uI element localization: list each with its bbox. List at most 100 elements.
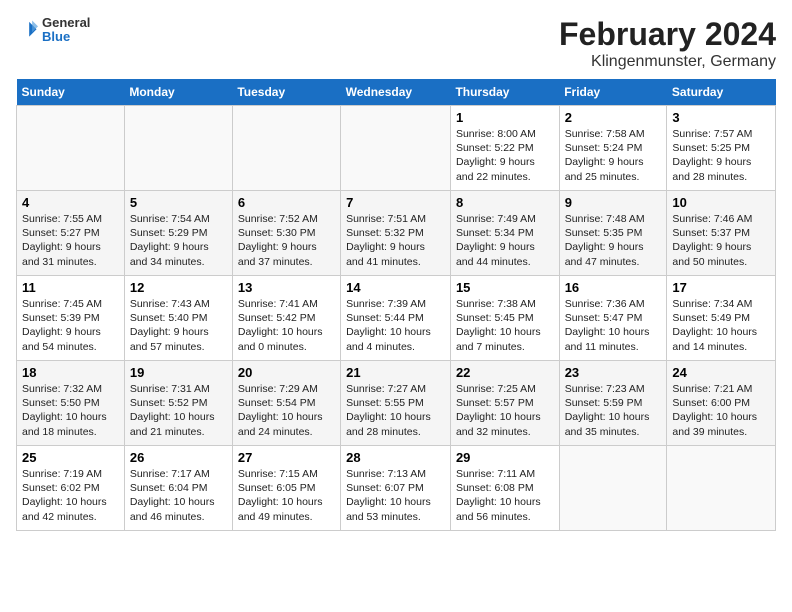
calendar-cell: 15 Sunrise: 7:38 AM Sunset: 5:45 PM Dayli… [450, 276, 559, 361]
calendar-table: SundayMondayTuesdayWednesdayThursdayFrid… [16, 79, 776, 531]
calendar-cell: 22 Sunrise: 7:25 AM Sunset: 5:57 PM Dayli… [450, 361, 559, 446]
calendar-cell: 24 Sunrise: 7:21 AM Sunset: 6:00 PM Dayli… [667, 361, 776, 446]
calendar-cell: 27 Sunrise: 7:15 AM Sunset: 6:05 PM Dayli… [232, 446, 340, 531]
calendar-cell [341, 106, 451, 191]
calendar-cell [559, 446, 667, 531]
day-info: Sunrise: 7:23 AM Sunset: 5:59 PM Dayligh… [565, 382, 662, 439]
day-info: Sunrise: 7:11 AM Sunset: 6:08 PM Dayligh… [456, 467, 554, 524]
day-info: Sunrise: 7:49 AM Sunset: 5:34 PM Dayligh… [456, 212, 554, 269]
day-number: 9 [565, 195, 662, 210]
day-number: 22 [456, 365, 554, 380]
day-info: Sunrise: 7:54 AM Sunset: 5:29 PM Dayligh… [130, 212, 227, 269]
day-of-week-saturday: Saturday [667, 79, 776, 106]
day-number: 12 [130, 280, 227, 295]
calendar-cell: 29 Sunrise: 7:11 AM Sunset: 6:08 PM Dayli… [450, 446, 559, 531]
day-of-week-tuesday: Tuesday [232, 79, 340, 106]
day-of-week-monday: Monday [124, 79, 232, 106]
calendar-cell [232, 106, 340, 191]
day-number: 29 [456, 450, 554, 465]
calendar-cell: 18 Sunrise: 7:32 AM Sunset: 5:50 PM Dayli… [17, 361, 125, 446]
day-info: Sunrise: 7:34 AM Sunset: 5:49 PM Dayligh… [672, 297, 770, 354]
calendar-cell: 11Sunrise: 7:45 AM Sunset: 5:39 PM Dayli… [17, 276, 125, 361]
day-of-week-friday: Friday [559, 79, 667, 106]
calendar-week-row: 1 Sunrise: 8:00 AM Sunset: 5:22 PM Daylig… [17, 106, 776, 191]
day-info: Sunrise: 7:29 AM Sunset: 5:54 PM Dayligh… [238, 382, 335, 439]
calendar-cell: 13 Sunrise: 7:41 AM Sunset: 5:42 PM Dayli… [232, 276, 340, 361]
calendar-cell [124, 106, 232, 191]
day-info: Sunrise: 7:36 AM Sunset: 5:47 PM Dayligh… [565, 297, 662, 354]
day-info: Sunrise: 7:25 AM Sunset: 5:57 PM Dayligh… [456, 382, 554, 439]
calendar-subtitle: Klingenmunster, Germany [559, 53, 776, 71]
day-info: Sunrise: 7:58 AM Sunset: 5:24 PM Dayligh… [565, 127, 662, 184]
calendar-cell: 26 Sunrise: 7:17 AM Sunset: 6:04 PM Dayli… [124, 446, 232, 531]
calendar-cell: 9 Sunrise: 7:48 AM Sunset: 5:35 PM Daylig… [559, 191, 667, 276]
day-number: 16 [565, 280, 662, 295]
day-info: Sunrise: 7:39 AM Sunset: 5:44 PM Dayligh… [346, 297, 445, 354]
day-info: Sunrise: 7:43 AM Sunset: 5:40 PM Dayligh… [130, 297, 227, 354]
day-info: Sunrise: 7:32 AM Sunset: 5:50 PM Dayligh… [22, 382, 119, 439]
calendar-cell: 2Sunrise: 7:58 AM Sunset: 5:24 PM Daylig… [559, 106, 667, 191]
calendar-cell: 19Sunrise: 7:31 AM Sunset: 5:52 PM Dayli… [124, 361, 232, 446]
title-block: February 2024 Klingenmunster, Germany [559, 16, 776, 71]
logo-text: General Blue [42, 16, 90, 45]
day-number: 21 [346, 365, 445, 380]
day-number: 11 [22, 280, 119, 295]
calendar-cell: 4 Sunrise: 7:55 AM Sunset: 5:27 PM Daylig… [17, 191, 125, 276]
calendar-cell [667, 446, 776, 531]
day-number: 1 [456, 110, 554, 125]
day-info: Sunrise: 7:52 AM Sunset: 5:30 PM Dayligh… [238, 212, 335, 269]
day-info: Sunrise: 7:41 AM Sunset: 5:42 PM Dayligh… [238, 297, 335, 354]
day-number: 24 [672, 365, 770, 380]
day-info: Sunrise: 7:48 AM Sunset: 5:35 PM Dayligh… [565, 212, 662, 269]
calendar-cell: 14 Sunrise: 7:39 AM Sunset: 5:44 PM Dayli… [341, 276, 451, 361]
calendar-cell: 28 Sunrise: 7:13 AM Sunset: 6:07 PM Dayli… [341, 446, 451, 531]
calendar-title: February 2024 [559, 16, 776, 53]
day-of-week-thursday: Thursday [450, 79, 559, 106]
day-info: Sunrise: 7:38 AM Sunset: 5:45 PM Dayligh… [456, 297, 554, 354]
calendar-cell [17, 106, 125, 191]
day-info: Sunrise: 7:19 AM Sunset: 6:02 PM Dayligh… [22, 467, 119, 524]
logo-icon [16, 19, 38, 41]
calendar-cell: 21 Sunrise: 7:27 AM Sunset: 5:55 PM Dayli… [341, 361, 451, 446]
day-number: 14 [346, 280, 445, 295]
day-info: Sunrise: 7:31 AM Sunset: 5:52 PM Dayligh… [130, 382, 227, 439]
calendar-cell: 5 Sunrise: 7:54 AM Sunset: 5:29 PM Daylig… [124, 191, 232, 276]
calendar-cell: 6 Sunrise: 7:52 AM Sunset: 5:30 PM Daylig… [232, 191, 340, 276]
day-number: 4 [22, 195, 119, 210]
day-info: Sunrise: 7:13 AM Sunset: 6:07 PM Dayligh… [346, 467, 445, 524]
logo: General Blue [16, 16, 90, 45]
day-number: 17 [672, 280, 770, 295]
calendar-week-row: 25 Sunrise: 7:19 AM Sunset: 6:02 PM Dayli… [17, 446, 776, 531]
day-number: 8 [456, 195, 554, 210]
calendar-cell: 20Sunrise: 7:29 AM Sunset: 5:54 PM Dayli… [232, 361, 340, 446]
calendar-cell: 3 Sunrise: 7:57 AM Sunset: 5:25 PM Daylig… [667, 106, 776, 191]
day-number: 13 [238, 280, 335, 295]
calendar-week-row: 4 Sunrise: 7:55 AM Sunset: 5:27 PM Daylig… [17, 191, 776, 276]
calendar-cell: 7Sunrise: 7:51 AM Sunset: 5:32 PM Daylig… [341, 191, 451, 276]
page-header: General Blue February 2024 Klingenmunste… [16, 16, 776, 71]
day-number: 18 [22, 365, 119, 380]
day-number: 5 [130, 195, 227, 210]
day-info: Sunrise: 7:55 AM Sunset: 5:27 PM Dayligh… [22, 212, 119, 269]
day-info: Sunrise: 7:21 AM Sunset: 6:00 PM Dayligh… [672, 382, 770, 439]
calendar-cell: 16 Sunrise: 7:36 AM Sunset: 5:47 PM Dayli… [559, 276, 667, 361]
day-info: Sunrise: 8:00 AM Sunset: 5:22 PM Dayligh… [456, 127, 554, 184]
day-number: 28 [346, 450, 445, 465]
day-of-week-sunday: Sunday [17, 79, 125, 106]
day-number: 15 [456, 280, 554, 295]
day-info: Sunrise: 7:15 AM Sunset: 6:05 PM Dayligh… [238, 467, 335, 524]
day-info: Sunrise: 7:57 AM Sunset: 5:25 PM Dayligh… [672, 127, 770, 184]
day-number: 3 [672, 110, 770, 125]
calendar-header-row: SundayMondayTuesdayWednesdayThursdayFrid… [17, 79, 776, 106]
day-info: Sunrise: 7:46 AM Sunset: 5:37 PM Dayligh… [672, 212, 770, 269]
day-number: 26 [130, 450, 227, 465]
day-number: 6 [238, 195, 335, 210]
calendar-week-row: 18 Sunrise: 7:32 AM Sunset: 5:50 PM Dayli… [17, 361, 776, 446]
calendar-cell: 17 Sunrise: 7:34 AM Sunset: 5:49 PM Dayli… [667, 276, 776, 361]
calendar-cell: 23Sunrise: 7:23 AM Sunset: 5:59 PM Dayli… [559, 361, 667, 446]
day-number: 27 [238, 450, 335, 465]
calendar-cell: 25 Sunrise: 7:19 AM Sunset: 6:02 PM Dayli… [17, 446, 125, 531]
day-info: Sunrise: 7:27 AM Sunset: 5:55 PM Dayligh… [346, 382, 445, 439]
day-info: Sunrise: 7:17 AM Sunset: 6:04 PM Dayligh… [130, 467, 227, 524]
day-number: 25 [22, 450, 119, 465]
